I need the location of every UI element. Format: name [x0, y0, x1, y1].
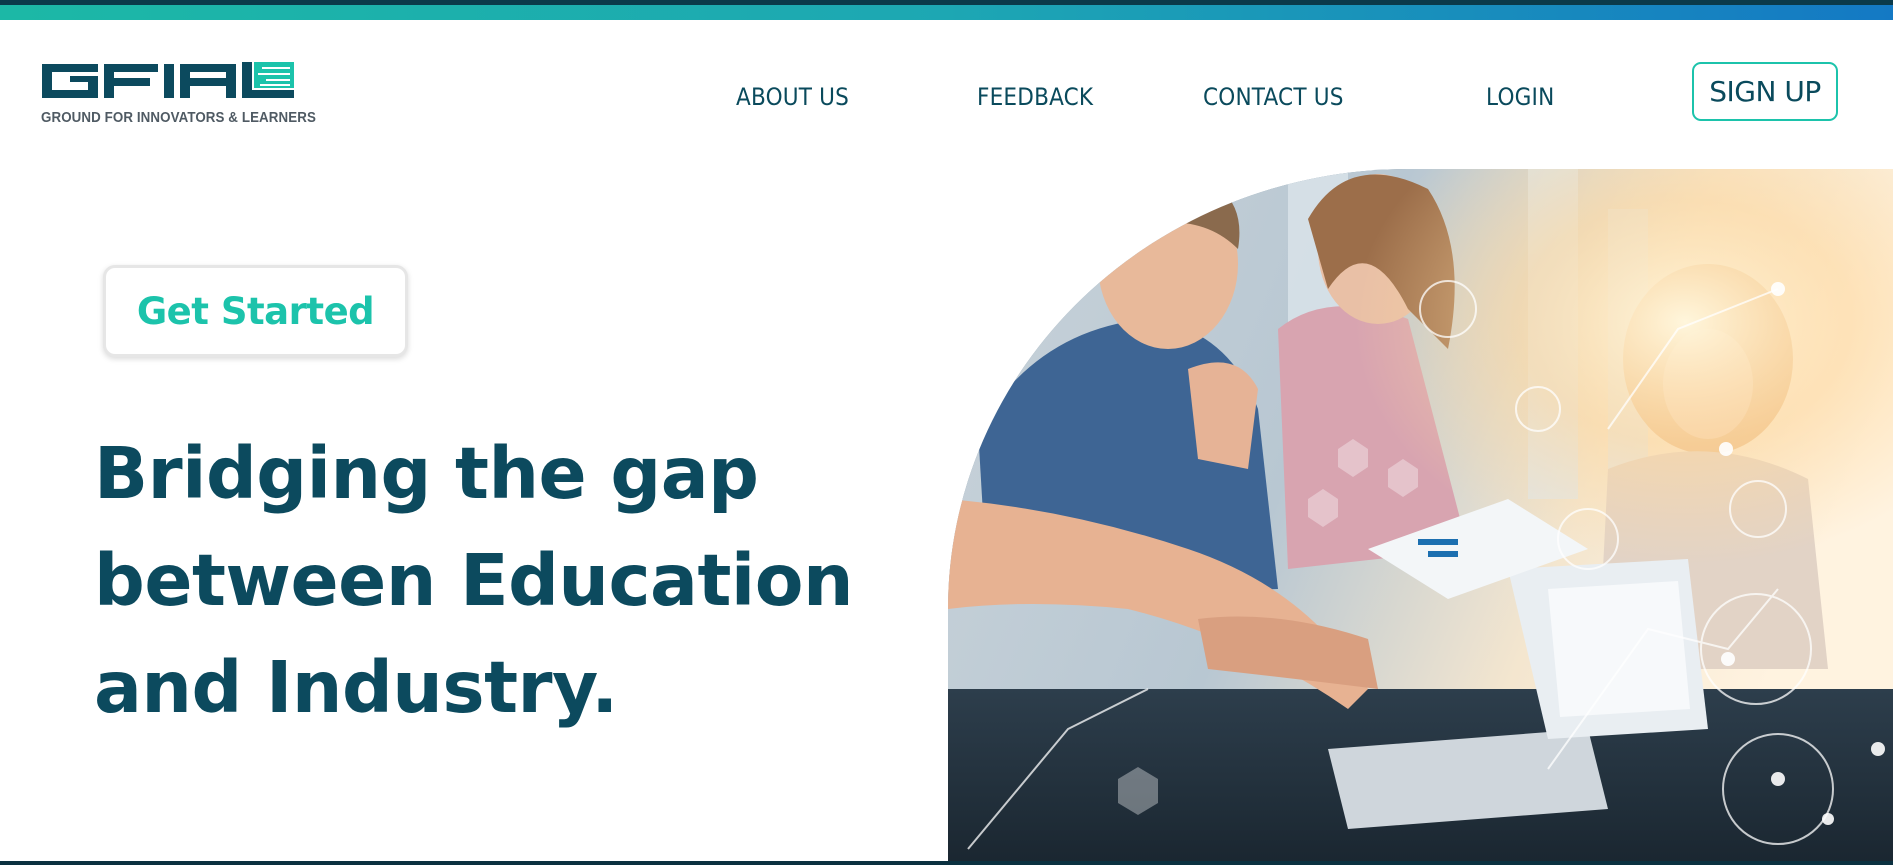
- top-gradient-bar: [0, 0, 1893, 20]
- get-started-button[interactable]: Get Started: [103, 265, 408, 357]
- nav-feedback[interactable]: FEEDBACK: [977, 83, 1093, 111]
- nav-login[interactable]: LOGIN: [1486, 83, 1554, 111]
- bottom-border: [0, 861, 1893, 865]
- hero-title-line-3: and Industry.: [94, 646, 618, 729]
- hero-title-line-1: Bridging the gap: [94, 432, 759, 515]
- logo-tagline: GROUND FOR INNOVATORS & LEARNERS: [41, 110, 316, 126]
- hero-title: Bridging the gap between Education and I…: [94, 420, 854, 741]
- logo-mark-icon: [42, 62, 294, 98]
- nav-contact-us[interactable]: CONTACT US: [1203, 83, 1344, 111]
- hero-title-line-2: between Education: [94, 539, 854, 622]
- hero-photo: [948, 169, 1893, 865]
- sign-up-button[interactable]: SIGN UP: [1692, 62, 1838, 121]
- nav-about-us[interactable]: ABOUT US: [736, 83, 849, 111]
- team-photo-illustration-icon: [948, 169, 1893, 865]
